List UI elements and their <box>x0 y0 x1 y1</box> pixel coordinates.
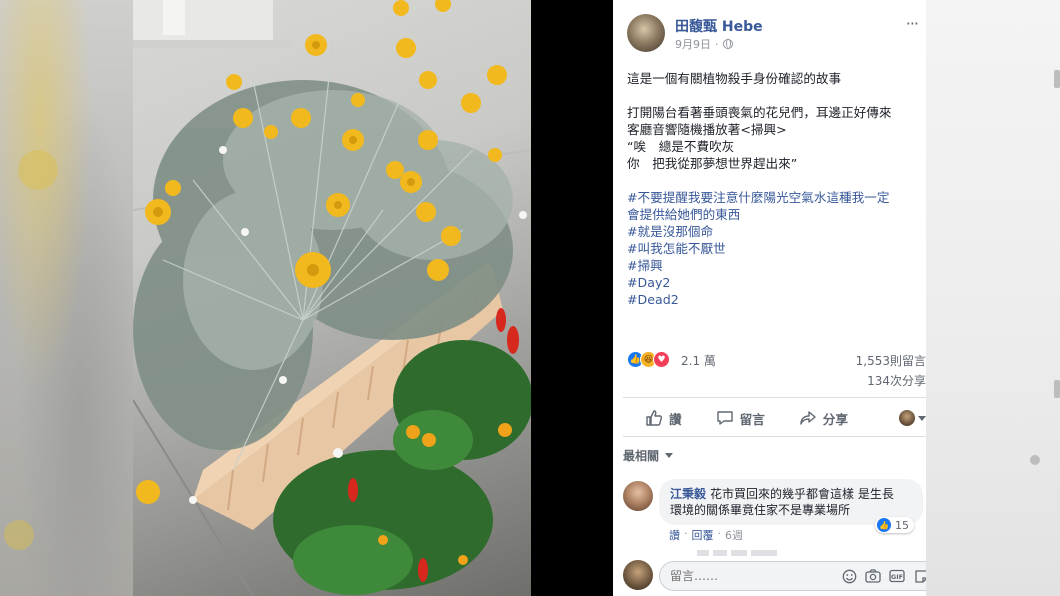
post-meta: 9月9日 · <box>675 36 733 52</box>
post-text-line: “唉 總是不費吹灰 <box>627 139 735 154</box>
post-photo[interactable] <box>133 0 531 596</box>
svg-text:GIF: GIF <box>891 573 903 581</box>
author-name[interactable]: 田馥甄 Hebe <box>675 16 763 36</box>
share-button[interactable]: 分享 <box>799 409 848 428</box>
post-side-panel: 田馥甄 Hebe 9月9日 · ··· 這是一個有關植物殺手身份確認的故事 打開… <box>613 0 926 596</box>
hashtag-link[interactable]: #叫我怎能不厭世 <box>627 240 926 257</box>
thumbs-up-icon <box>646 410 663 426</box>
reaction-count[interactable]: 2.1 萬 <box>681 352 716 369</box>
like-button[interactable]: 讚 <box>645 409 682 428</box>
reaction-icons[interactable]: 👍 😆 ♥ <box>627 351 670 368</box>
comment-count[interactable]: 1,553則留言 <box>856 352 926 369</box>
comment-sort-dropdown[interactable]: 最相關 <box>623 447 674 464</box>
separator-dot: · <box>715 37 719 51</box>
viewer-avatar <box>899 410 915 426</box>
emoji-icon[interactable] <box>841 569 857 583</box>
author-avatar[interactable] <box>627 14 665 52</box>
chevron-down-icon <box>665 453 674 458</box>
viewer-avatar <box>623 560 653 590</box>
commenter-avatar[interactable] <box>623 481 653 511</box>
comment-time[interactable]: 6週 <box>725 527 743 543</box>
comment-reply-link[interactable]: 回覆 <box>692 527 714 543</box>
comment-button-label: 留言 <box>739 411 765 427</box>
composer-tools: GIF <box>841 569 926 583</box>
comment-text: 環境的關係畢竟住家不是專業場所 <box>670 503 851 517</box>
hashtag-link[interactable]: #不要提醒我要注意什麼陽光空氣水這種我一定 <box>627 189 926 206</box>
separator-dot: · <box>684 527 688 540</box>
hashtag-link[interactable]: #Day2 <box>627 274 926 291</box>
globe-icon[interactable] <box>722 39 733 49</box>
like-button-label: 讚 <box>669 411 682 427</box>
reactions-summary: 👍 😆 ♥ 2.1 萬 1,553則留言 <box>627 351 926 371</box>
truncated-comment-preview <box>697 546 777 556</box>
flower-planter-image <box>133 0 531 596</box>
post-header: 田馥甄 Hebe 9月9日 · ··· <box>627 14 919 54</box>
sticker-icon[interactable] <box>913 569 926 583</box>
comment-reaction-badge[interactable]: 👍 15 <box>875 517 914 533</box>
commenter-name[interactable]: 江秉毅 <box>670 487 706 501</box>
comment-icon <box>716 411 733 425</box>
like-icon: 👍 <box>877 518 891 532</box>
post-date[interactable]: 9月9日 <box>675 36 711 52</box>
post-body: 這是一個有關植物殺手身份確認的故事 打開陽台看著垂頭喪氣的花兒們，耳邊正好傳來 … <box>627 70 926 308</box>
post-text-line: 客廳音響隨機播放著<掃興> <box>627 122 787 137</box>
hashtag-link[interactable]: 會提供給她們的東西 <box>627 206 926 223</box>
camera-icon[interactable] <box>865 569 881 583</box>
divider <box>623 436 926 437</box>
more-options-icon[interactable]: ··· <box>906 14 919 33</box>
chevron-down-icon <box>918 415 926 421</box>
share-count[interactable]: 134次分享 <box>867 372 926 389</box>
divider <box>623 397 926 398</box>
comment-composer: GIF <box>623 560 926 596</box>
comment-actions: 讚 · 回覆 · 6週 <box>669 527 743 543</box>
comment-text: 花市買回來的幾乎都會這樣 是生長 <box>710 487 894 501</box>
post-as-selector[interactable] <box>899 410 926 426</box>
blurred-flower <box>4 520 34 550</box>
post-text-line: 你 把我從那夢想世界趕出來” <box>627 156 798 171</box>
blurred-background-right <box>926 0 1060 596</box>
share-icon <box>800 411 816 425</box>
blurred-ui-mark <box>1054 380 1060 398</box>
hashtag-link[interactable]: #掃興 <box>627 257 926 274</box>
share-button-label: 分享 <box>822 411 848 427</box>
blurred-ui-mark <box>1054 70 1060 88</box>
post-text-line: 打開陽台看著垂頭喪氣的花兒們，耳邊正好傳來 <box>627 105 892 120</box>
comment-sort-label: 最相關 <box>623 449 660 463</box>
love-icon: ♥ <box>653 351 670 368</box>
gif-icon[interactable]: GIF <box>889 569 905 583</box>
hashtag-link[interactable]: #就是沒那個命 <box>627 223 926 240</box>
comment-item: 江秉毅 花市買回來的幾乎都會這樣 是生長 環境的關係畢竟住家不是專業場所 👍 15… <box>623 479 926 549</box>
comment-button[interactable]: 留言 <box>716 409 765 428</box>
post-action-bar: 讚 留言 分享 <box>623 404 926 432</box>
blurred-flower <box>18 150 58 190</box>
blurred-background-left <box>0 0 133 596</box>
comment-like-link[interactable]: 讚 <box>669 527 680 543</box>
blurred-ui-mark <box>1030 455 1040 465</box>
photo-viewer-gutter <box>531 0 613 596</box>
separator-dot: · <box>717 527 722 540</box>
post-text-line: 這是一個有關植物殺手身份確認的故事 <box>627 71 842 86</box>
comment-like-count: 15 <box>895 518 909 532</box>
hashtag-link[interactable]: #Dead2 <box>627 291 926 308</box>
